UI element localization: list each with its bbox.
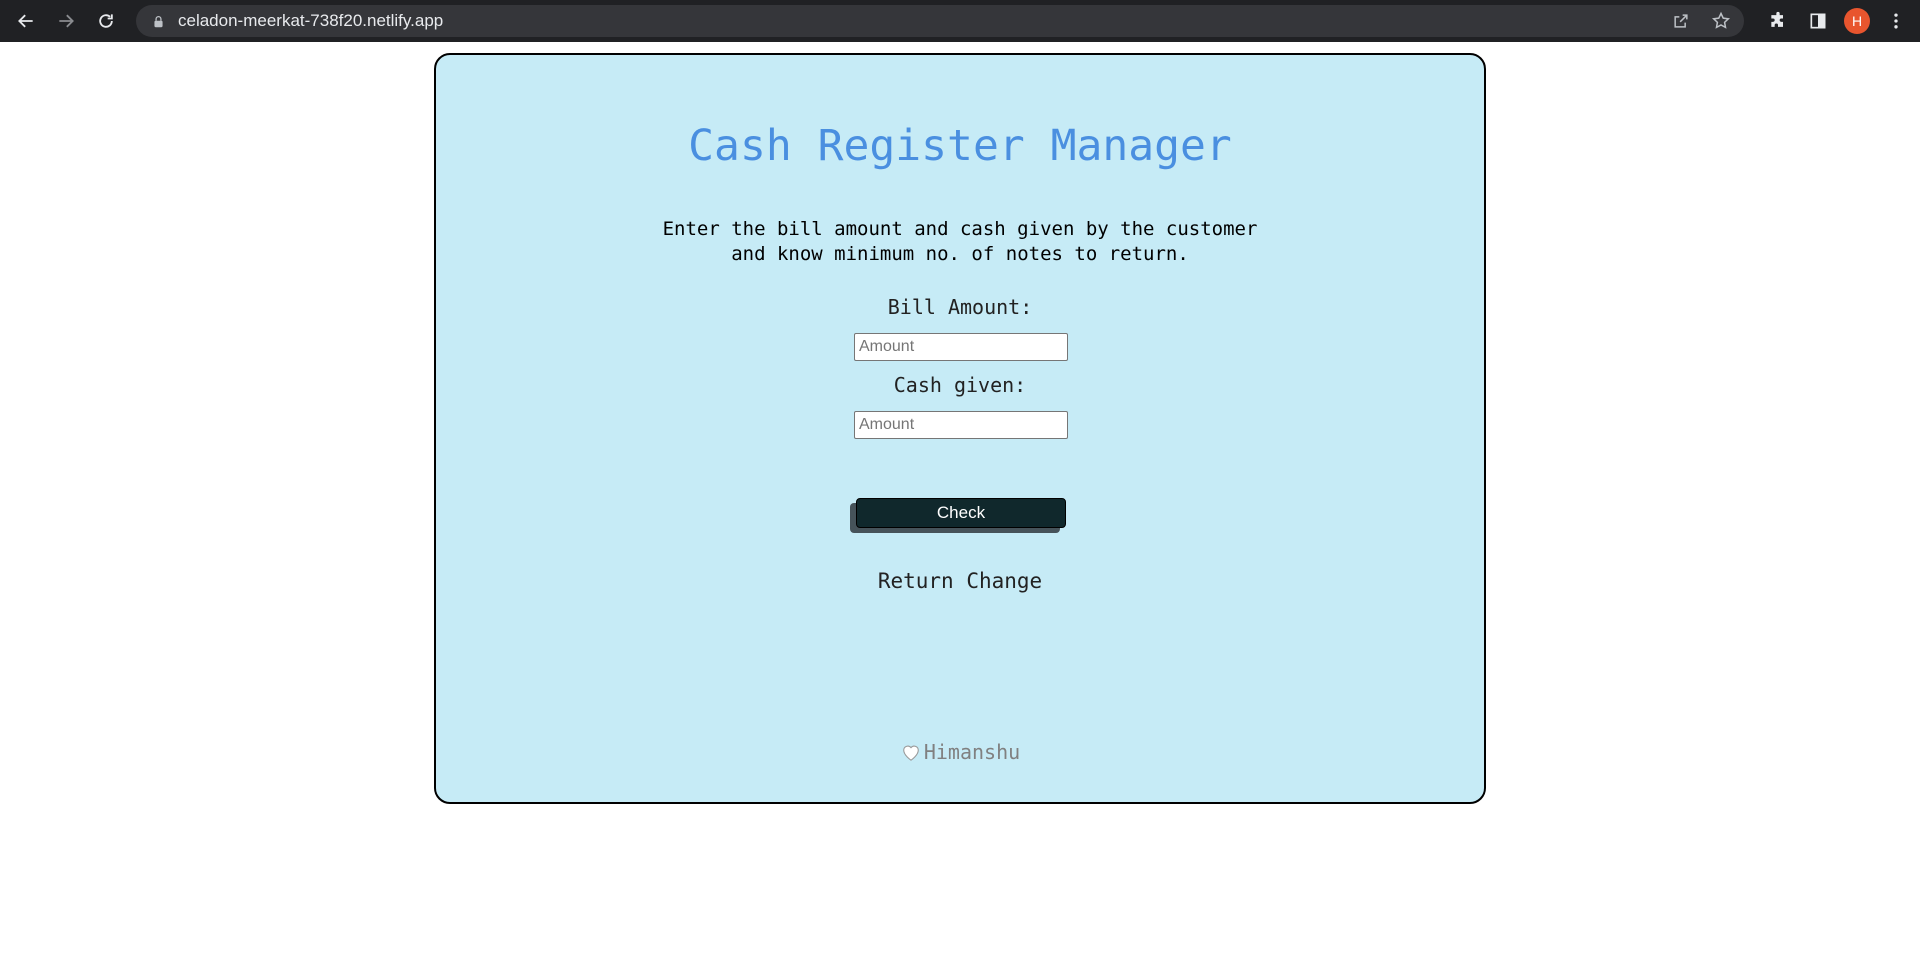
url-text: celadon-meerkat-738f20.netlify.app (178, 11, 444, 30)
more-menu-icon[interactable] (1882, 7, 1910, 35)
page-title: Cash Register Manager (688, 121, 1232, 171)
bookmark-star-icon[interactable] (1708, 8, 1734, 34)
side-panel-icon[interactable] (1804, 7, 1832, 35)
bill-amount-input[interactable] (854, 333, 1068, 361)
return-change-label: Return Change (877, 569, 1043, 593)
footer: Himanshu (436, 740, 1484, 764)
check-button[interactable]: Check (856, 498, 1066, 528)
back-button[interactable] (6, 0, 46, 42)
description-line-2: and know minimum no. of notes to return. (731, 243, 1189, 265)
arrow-right-icon (59, 14, 74, 28)
cash-given-label: Cash given: (893, 373, 1027, 397)
lock-icon (150, 13, 166, 29)
heart-icon (900, 742, 922, 762)
address-bar[interactable]: celadon-meerkat-738f20.netlify.app (136, 5, 1744, 37)
bill-amount-label: Bill Amount: (887, 295, 1033, 319)
arrow-left-icon (18, 14, 33, 28)
reload-button[interactable] (86, 0, 126, 42)
profile-avatar[interactable]: H (1844, 8, 1870, 34)
description-line-1: Enter the bill amount and cash given by … (662, 218, 1258, 240)
cash-given-input[interactable] (854, 411, 1068, 439)
extensions-icon[interactable] (1764, 7, 1792, 35)
description: Enter the bill amount and cash given by … (436, 217, 1484, 267)
share-icon[interactable] (1668, 8, 1694, 34)
footer-author-name[interactable]: Himanshu (924, 740, 1020, 764)
forward-button[interactable] (46, 0, 86, 42)
browser-toolbar: celadon-meerkat-738f20.netlify.app H (0, 0, 1920, 42)
reload-icon (99, 14, 113, 28)
cash-register-card: Cash Register Manager Enter the bill amo… (434, 53, 1486, 804)
